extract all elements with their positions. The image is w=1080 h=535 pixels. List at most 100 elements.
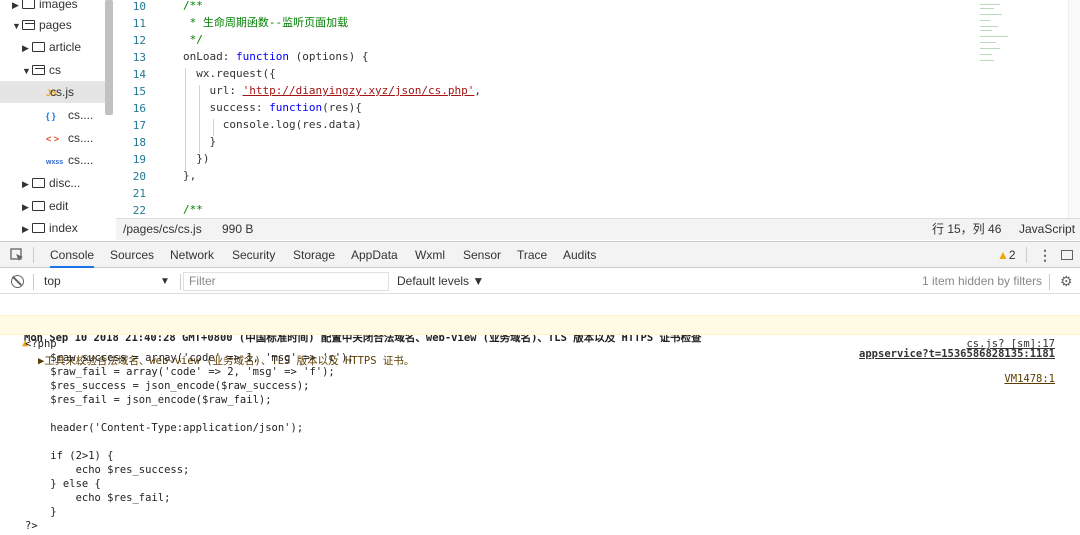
log-line: header('Content-Type:application/json'); [25, 422, 304, 434]
json-file-icon: { } [46, 111, 56, 121]
hidden-items-count: 1 item hidden by filters [922, 274, 1043, 288]
console-warning[interactable]: ▲ ▶工具未校验合法域名、web-view (业务域名)、TLS 版本以及 HT… [0, 315, 1080, 385]
tree-item-label: cs.js [50, 85, 74, 99]
line-number: 17 [132, 119, 146, 132]
more-menu-icon[interactable]: ⋮ [1038, 242, 1052, 268]
js-file-icon: JS [46, 88, 58, 98]
tree-item-index[interactable]: ▶ index [22, 217, 78, 239]
code-line: }) [183, 152, 210, 165]
tree-item-label: cs.... [68, 131, 94, 145]
log-line: echo $res_success; [25, 464, 190, 476]
line-number: 16 [132, 102, 146, 115]
code-line: * 生命周期函数--监听页面加载 [183, 16, 349, 29]
divider [1026, 247, 1027, 263]
wxml-file-icon: < > [46, 134, 60, 144]
tree-item-label: cs [49, 63, 61, 77]
tab-wxml[interactable]: Wxml [415, 242, 445, 268]
tree-item-cs-wxml[interactable]: < > cs.... [46, 127, 93, 149]
file-tree-scrollbar[interactable] [105, 0, 113, 115]
clear-console-icon[interactable] [11, 275, 24, 288]
log-line: if (2>1) { [25, 450, 114, 462]
triangle-right-icon: ▶ [22, 224, 29, 234]
file-path: /pages/cs/cs.js [123, 222, 202, 236]
tab-trace[interactable]: Trace [517, 242, 547, 268]
line-number: 19 [132, 153, 146, 166]
tab-storage[interactable]: Storage [293, 242, 335, 268]
file-size: 990 B [222, 222, 254, 236]
status-bar: /pages/cs/cs.js 990 B 行 15，列 46 JavaScri… [116, 218, 1080, 240]
triangle-down-icon: ▼ [12, 21, 21, 31]
tab-sources[interactable]: Sources [110, 242, 154, 268]
line-number: 20 [132, 170, 146, 183]
line-number: 10 [132, 0, 146, 13]
tab-security[interactable]: Security [232, 242, 275, 268]
divider [1049, 274, 1050, 290]
log-line: } else { [25, 478, 101, 490]
log-levels-dropdown[interactable]: Default levels ▼ [397, 269, 484, 294]
triangle-down-icon: ▼ [22, 66, 31, 76]
minimap[interactable] [975, 0, 1065, 70]
divider [180, 274, 181, 290]
folder-icon [32, 223, 45, 233]
code-line: url: 'http://dianyingzy.xyz/json/cs.php'… [183, 84, 482, 97]
folder-open-icon [32, 65, 45, 75]
tree-item-label: cs.... [68, 153, 94, 167]
triangle-right-icon: ▶ [22, 43, 29, 53]
divider [33, 274, 34, 290]
tab-appdata[interactable]: AppData [351, 242, 398, 268]
folder-icon [32, 201, 45, 211]
console-toolbar: top ▼ Filter Default levels ▼ 1 item hidd… [0, 269, 1080, 294]
devtools-tabbar: Console Sources Network Security Storage… [0, 241, 1080, 268]
line-number: 15 [132, 85, 146, 98]
inspect-element-icon[interactable] [10, 248, 24, 262]
tree-item-disc[interactable]: ▶ disc... [22, 172, 80, 194]
tree-item-edit[interactable]: ▶ edit [22, 195, 68, 217]
tab-network[interactable]: Network [170, 242, 214, 268]
line-number: 12 [132, 34, 146, 47]
tree-item-cs[interactable]: ▼ cs [22, 59, 61, 81]
tree-item-label: index [49, 221, 78, 235]
tree-item-label: cs.... [68, 108, 94, 122]
code-line: /** [183, 203, 203, 216]
triangle-right-icon: ▶ [22, 179, 29, 189]
log-line: $res_success = json_encode($raw_success)… [25, 380, 310, 392]
filter-input[interactable]: Filter [183, 272, 389, 291]
code-editor[interactable]: /** * 生命周期函数--监听页面加载 */ onLoad: function… [176, 0, 966, 218]
log-line: $raw_success = array('code' => 1, 'msg' … [25, 352, 354, 364]
log-line: ?> [25, 520, 38, 532]
context-value: top [44, 274, 61, 288]
cursor-position[interactable]: 行 15，列 46 [932, 219, 1001, 240]
line-number: 18 [132, 136, 146, 149]
tab-console[interactable]: Console [50, 242, 95, 268]
tree-item-label: pages [39, 18, 72, 32]
dock-side-icon[interactable] [1061, 250, 1073, 260]
tree-item-images[interactable]: ▶ images [12, 0, 78, 15]
line-number: 14 [132, 68, 146, 81]
tab-sensor[interactable]: Sensor [463, 242, 501, 268]
console-group-header[interactable]: ▼ Mon Sep 10 2018 21:40:28 GMT+0800 (中国标… [0, 298, 1080, 360]
line-number: 13 [132, 51, 146, 64]
line-number: 21 [132, 187, 146, 200]
tree-item-cs-wxss[interactable]: wxss cs.... [46, 149, 93, 171]
tree-item-pages[interactable]: ▼ pages [12, 14, 72, 36]
code-line: } [183, 135, 217, 148]
tree-item-cs-json[interactable]: { } cs.... [46, 104, 93, 126]
line-number: 22 [132, 204, 146, 217]
tree-item-cs-js[interactable]: JScs.js [0, 81, 105, 103]
language-mode[interactable]: JavaScript [1019, 219, 1075, 240]
folder-icon [32, 42, 45, 52]
tab-audits[interactable]: Audits [563, 242, 596, 268]
gear-icon[interactable]: ⚙ [1060, 269, 1073, 294]
code-line: onLoad: function (options) { [183, 50, 369, 63]
console-output: ▼ Mon Sep 10 2018 21:40:28 GMT+0800 (中国标… [0, 295, 1080, 535]
tree-item-article[interactable]: ▶ article [22, 36, 81, 58]
editor-scrollbar[interactable] [1068, 0, 1080, 218]
folder-icon [22, 0, 35, 9]
warning-counter[interactable]: ▲2 [997, 242, 1016, 268]
wxss-file-icon: wxss [46, 159, 64, 166]
log-line: echo $res_fail; [25, 492, 171, 504]
warning-icon: ▲ [997, 248, 1009, 262]
code-line: success: function(res){ [183, 101, 362, 114]
context-selector[interactable]: top ▼ [44, 269, 174, 294]
triangle-right-icon: ▶ [22, 202, 29, 212]
